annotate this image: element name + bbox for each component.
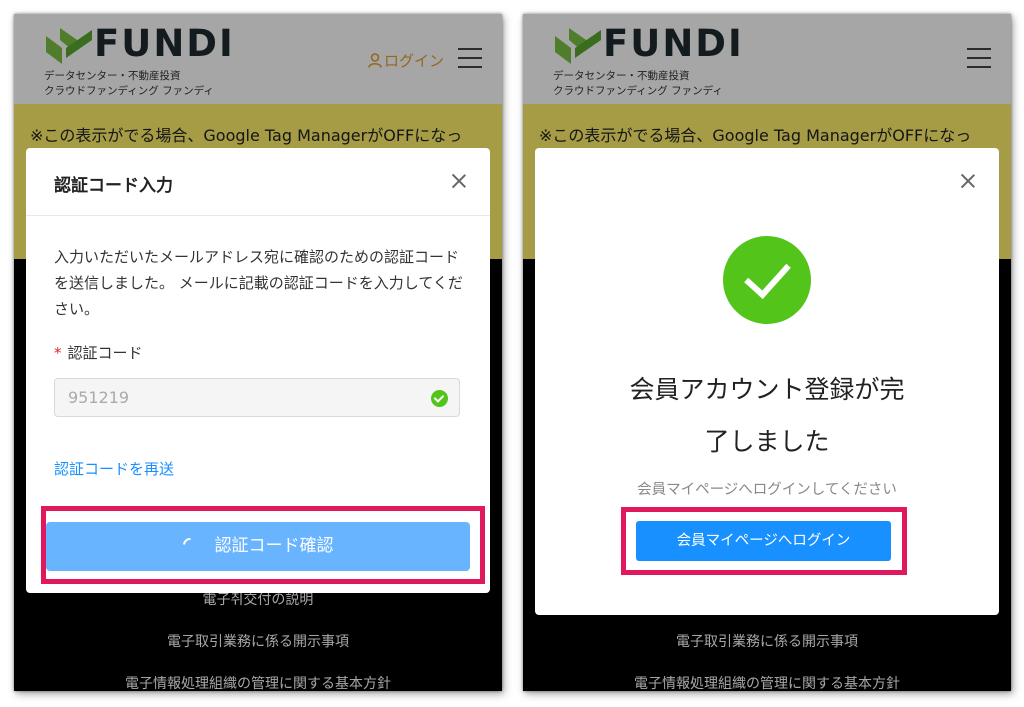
modal-description: 入力いただいたメールアドレス宛に確認のための認証コードを送信しました。 メールに… [54,248,463,318]
screen-registration-complete: FUNDI データセンター・不動産投資 クラウドファンディング ファンディ ※こ… [523,14,1011,691]
valid-check-icon [431,390,448,407]
resend-code-link[interactable]: 認証コードを再送 [54,458,174,479]
close-icon[interactable] [961,174,975,188]
success-check-icon [723,236,811,324]
code-field-label: * 認証コード [54,344,143,362]
mypage-login-button[interactable]: 会員マイページへログイン [636,521,891,561]
confirm-code-button[interactable]: 認証コード確認 [46,522,470,571]
result-subtitle: 会員マイページへログインしてください [637,482,897,498]
result-title: 会員アカウント登録が完 了しました [629,375,905,456]
required-mark: * [54,344,62,362]
verification-code-input[interactable]: 951219 [54,378,460,417]
close-icon[interactable] [452,174,466,188]
loading-spinner-icon [179,535,200,555]
screen-verify-code: FUNDI データセンター・不動産投資 クラウドファンディング ファンディ ログ… [14,14,502,691]
modal-title: 認証コード入力 [26,148,490,216]
